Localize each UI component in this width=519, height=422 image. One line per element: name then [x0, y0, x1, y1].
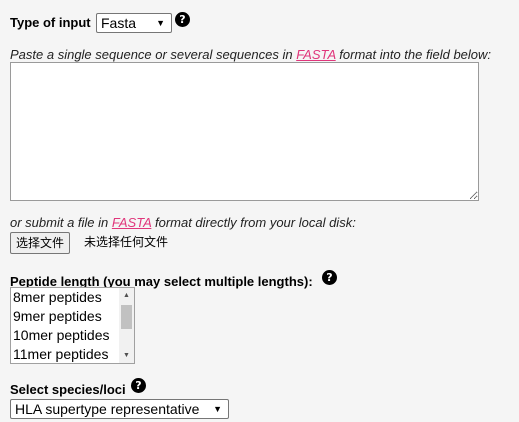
paste-instruction-after: format into the field below:: [335, 47, 492, 62]
peptide-length-option-9mer[interactable]: 9mer peptides: [11, 307, 134, 326]
input-type-select[interactable]: Fasta ▼: [96, 13, 172, 33]
listbox-scrollbar[interactable]: ▲ ▼: [119, 288, 134, 363]
species-selected-value: HLA supertype representative: [15, 401, 200, 417]
file-status-text: 未选择任何文件: [84, 235, 169, 249]
paste-instruction-before: Paste a single sequence or several seque…: [10, 47, 297, 62]
species-label: Select species/loci: [10, 382, 126, 397]
chevron-down-icon: ▼: [213, 404, 222, 414]
input-type-label: Type of input: [10, 15, 91, 30]
peptide-length-option-8mer[interactable]: 8mer peptides: [11, 288, 134, 307]
fasta-link[interactable]: FASTA: [112, 215, 151, 230]
peptide-length-option-11mer[interactable]: 11mer peptides: [11, 345, 134, 363]
input-type-selected-value: Fasta: [101, 15, 137, 31]
species-help-icon[interactable]: ?: [131, 378, 146, 393]
peptide-length-listbox[interactable]: 8mer peptides 9mer peptides 10mer peptid…: [10, 287, 135, 364]
peptide-length-option-10mer[interactable]: 10mer peptides: [11, 326, 134, 345]
scroll-up-icon[interactable]: ▲: [119, 288, 134, 303]
chevron-down-icon: ▼: [156, 18, 165, 28]
file-instruction-before: or submit a file in: [10, 215, 112, 230]
species-select[interactable]: HLA supertype representative ▼: [10, 399, 229, 419]
sequence-textarea[interactable]: [10, 62, 479, 201]
input-type-help-icon[interactable]: ?: [175, 12, 190, 27]
file-instruction-after: format directly from your local disk:: [151, 215, 356, 230]
fasta-link[interactable]: FASTA: [296, 47, 335, 62]
file-instruction: or submit a file in FASTA format directl…: [10, 215, 356, 231]
scrollbar-thumb[interactable]: [121, 305, 132, 329]
choose-file-button[interactable]: 选择文件: [10, 232, 71, 254]
peptide-length-help-icon[interactable]: ?: [322, 270, 337, 285]
paste-instruction: Paste a single sequence or several seque…: [10, 47, 491, 63]
scroll-down-icon[interactable]: ▼: [119, 348, 134, 363]
